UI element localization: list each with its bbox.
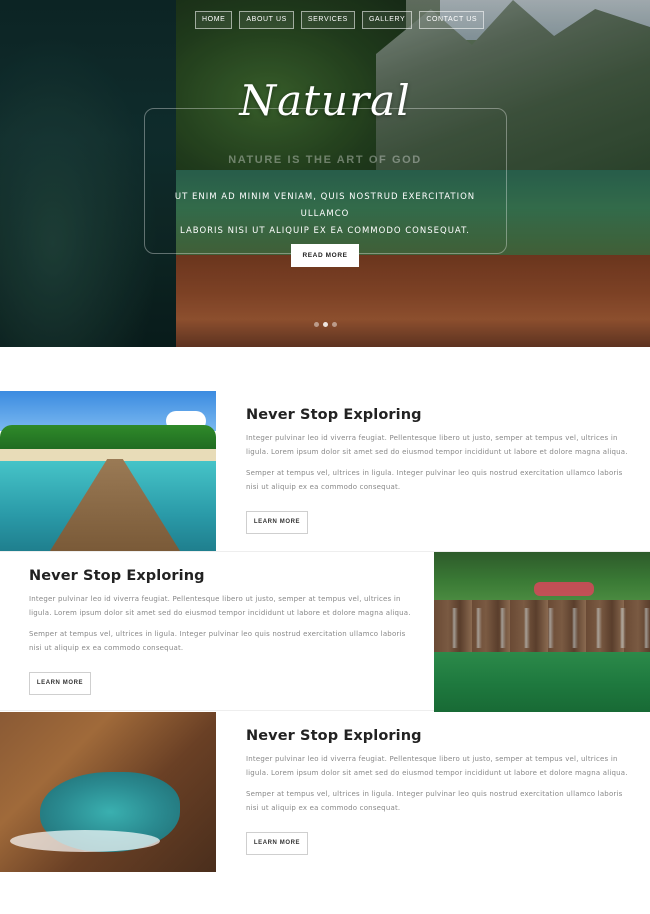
slider-dots bbox=[314, 322, 337, 327]
learn-more-button[interactable]: LEARN MORE bbox=[246, 832, 308, 855]
hero-title: Natural bbox=[239, 76, 411, 125]
feature-paragraph-2: Semper at tempus vel, ultrices in ligula… bbox=[246, 469, 623, 491]
feature-title: Never Stop Exploring bbox=[246, 407, 422, 423]
feature-paragraph-1: Integer pulvinar leo id viverra feugiat.… bbox=[29, 595, 411, 617]
feature-content-1: Never Stop Exploring Integer pulvinar le… bbox=[246, 391, 636, 534]
feature-paragraph-1: Integer pulvinar leo id viverra feugiat.… bbox=[246, 755, 628, 777]
waterfall-image bbox=[434, 552, 650, 712]
nav-contact-us[interactable]: CONTACT US bbox=[419, 11, 485, 29]
feature-title: Never Stop Exploring bbox=[29, 568, 205, 584]
nav-about-us[interactable]: ABOUT US bbox=[239, 11, 294, 29]
hero-banner: HOME ABOUT US SERVICES GALLERY CONTACT U… bbox=[0, 0, 650, 347]
gorge-image bbox=[0, 712, 216, 872]
feature-paragraph-2: Semper at tempus vel, ultrices in ligula… bbox=[29, 630, 406, 652]
hero-description-line-1: UT ENIM AD MINIM VENIAM, QUIS NOSTRUD EX… bbox=[174, 192, 476, 219]
read-more-button[interactable]: READ MORE bbox=[291, 244, 359, 267]
slider-dot-2[interactable] bbox=[323, 322, 328, 327]
feature-row-3: Never Stop Exploring Integer pulvinar le… bbox=[0, 712, 650, 872]
slider-dot-1[interactable] bbox=[314, 322, 319, 327]
feature-paragraph-1: Integer pulvinar leo id viverra feugiat.… bbox=[246, 434, 628, 456]
nav-gallery[interactable]: GALLERY bbox=[361, 11, 413, 29]
learn-more-button[interactable]: LEARN MORE bbox=[29, 672, 91, 695]
feature-row-1: Never Stop Exploring Integer pulvinar le… bbox=[0, 391, 650, 551]
feature-title: Never Stop Exploring bbox=[246, 728, 422, 744]
pier-image bbox=[0, 391, 216, 551]
feature-content-2: Never Stop Exploring Integer pulvinar le… bbox=[29, 552, 419, 695]
feature-content-3: Never Stop Exploring Integer pulvinar le… bbox=[246, 712, 636, 855]
hero-description: UT ENIM AD MINIM VENIAM, QUIS NOSTRUD EX… bbox=[160, 189, 490, 240]
feature-row-2: Never Stop Exploring Integer pulvinar le… bbox=[0, 551, 650, 712]
nav-home[interactable]: HOME bbox=[195, 11, 233, 29]
hero-subtitle: NATURE IS THE ART OF GOD bbox=[228, 154, 422, 166]
hero-description-line-2: LABORIS NISI UT ALIQUIP EX EA COMMODO CO… bbox=[180, 226, 470, 236]
nav-services[interactable]: SERVICES bbox=[300, 11, 355, 29]
main-nav: HOME ABOUT US SERVICES GALLERY CONTACT U… bbox=[195, 11, 485, 29]
learn-more-button[interactable]: LEARN MORE bbox=[246, 511, 308, 534]
feature-paragraph-2: Semper at tempus vel, ultrices in ligula… bbox=[246, 790, 623, 812]
slider-dot-3[interactable] bbox=[332, 322, 337, 327]
